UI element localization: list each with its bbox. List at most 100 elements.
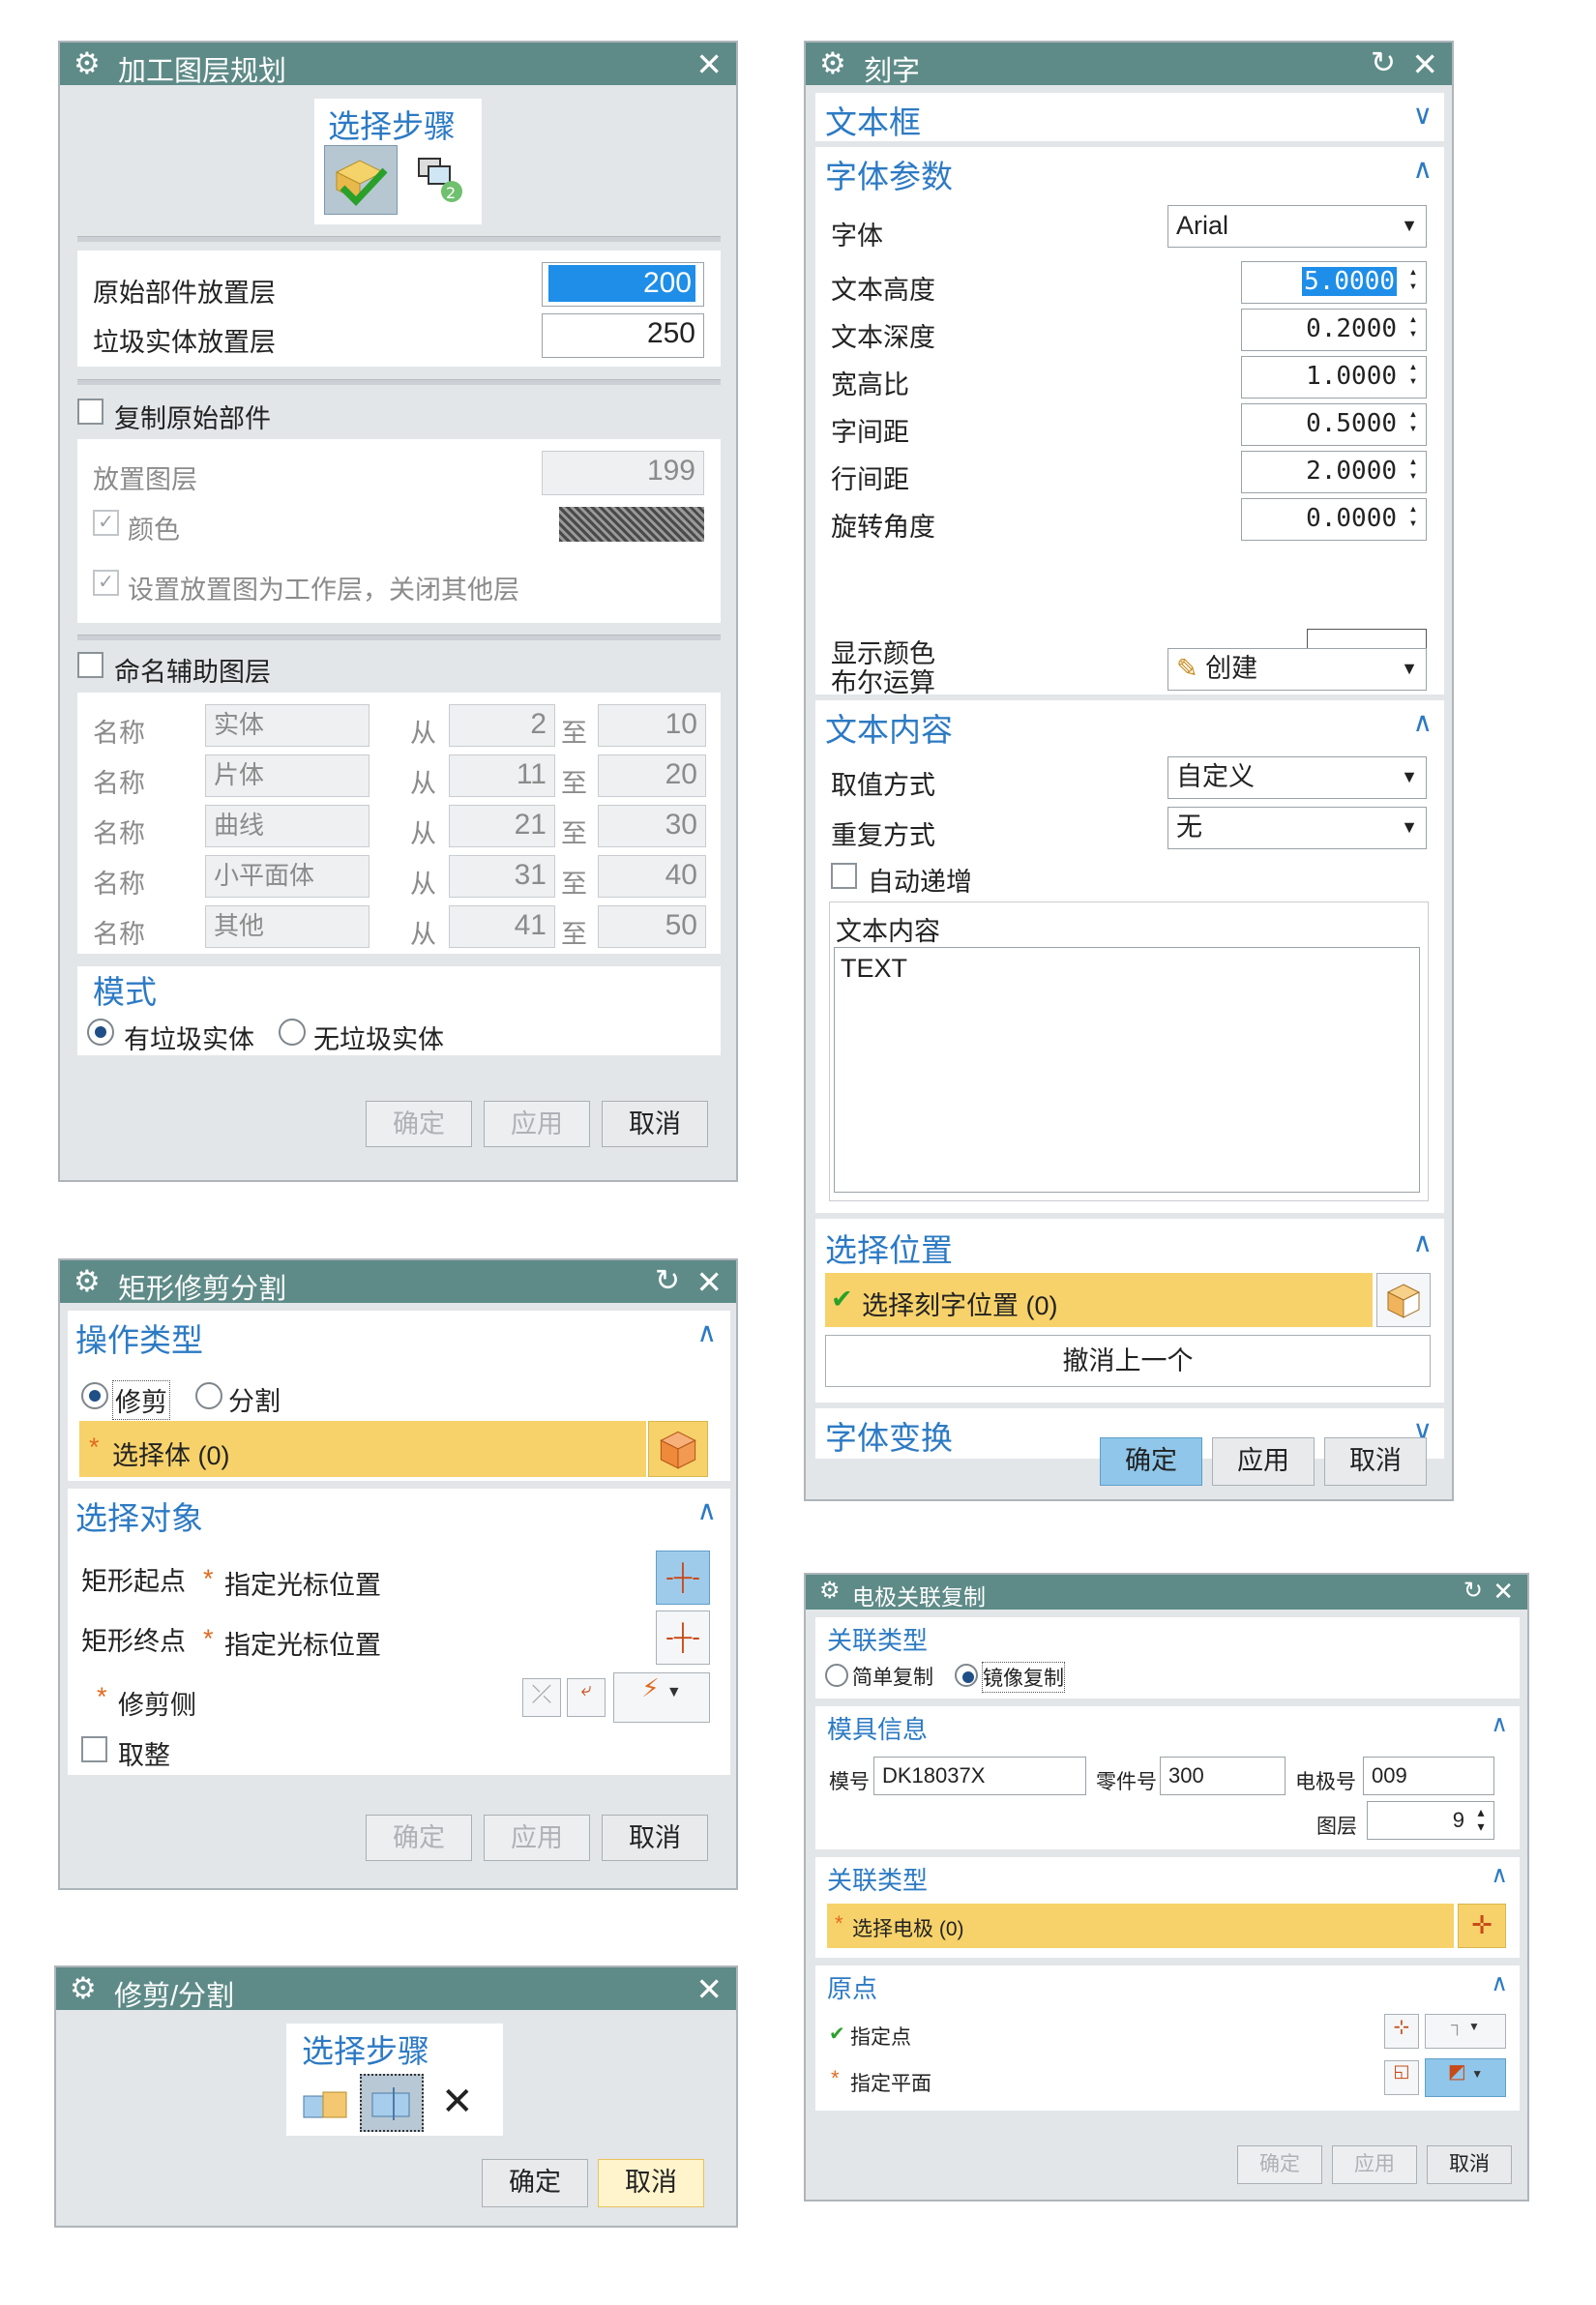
cancel-button[interactable]: 取消 bbox=[602, 1815, 708, 1861]
trim-side-vector-button[interactable]: ⤶ bbox=[567, 1678, 606, 1717]
aux-row-to-input[interactable]: 10 bbox=[598, 704, 706, 747]
select-position-row[interactable]: ✔ 选择刻字位置 (0) bbox=[825, 1273, 1373, 1327]
gear-icon[interactable]: ⚙ bbox=[74, 1264, 101, 1299]
close-icon[interactable]: ✕ bbox=[695, 45, 723, 83]
chevron-down-icon[interactable]: ∨ bbox=[1413, 99, 1433, 131]
select-electrode-row[interactable]: * 选择电极 (0) bbox=[827, 1904, 1454, 1948]
select-body-row[interactable]: * 选择体 (0) bbox=[79, 1421, 646, 1477]
cursor-pos-button-end[interactable]: -┼- bbox=[656, 1611, 710, 1665]
aux-row-to-input[interactable]: 30 bbox=[598, 805, 706, 847]
cancel-button[interactable]: 取消 bbox=[1324, 1437, 1427, 1486]
spinner-icon[interactable]: ▴ ▾ bbox=[1404, 455, 1422, 484]
set-work-checkbox[interactable]: ✓ bbox=[93, 570, 119, 596]
reset-icon[interactable]: ↻ bbox=[1463, 1577, 1483, 1605]
gear-icon[interactable]: ⚙ bbox=[819, 1577, 841, 1605]
gear-icon[interactable]: ⚙ bbox=[70, 1971, 97, 2006]
ok-button[interactable]: 确定 bbox=[366, 1101, 472, 1147]
layer-input[interactable]: 9 ▴ ▾ bbox=[1367, 1801, 1494, 1840]
ok-button[interactable]: 确定 bbox=[1237, 2145, 1322, 2184]
color-swatch[interactable] bbox=[559, 507, 704, 542]
auto-inc-checkbox[interactable] bbox=[831, 863, 857, 889]
undo-last-button[interactable]: 撤消上一个 bbox=[825, 1335, 1431, 1387]
plane-pick-button[interactable]: ◱ bbox=[1384, 2060, 1419, 2095]
apply-button[interactable]: 应用 bbox=[1332, 2145, 1417, 2184]
chevron-up-icon[interactable]: ∧ bbox=[697, 1316, 718, 1348]
apply-button[interactable]: 应用 bbox=[1212, 1437, 1315, 1486]
chevron-up-icon[interactable]: ∧ bbox=[1491, 1861, 1508, 1889]
aux-row-name-input[interactable]: 片体 bbox=[205, 754, 369, 797]
content-textarea[interactable]: TEXT bbox=[834, 947, 1420, 1193]
aux-row-from-input[interactable]: 21 bbox=[449, 805, 555, 847]
gear-icon[interactable]: ⚙ bbox=[74, 46, 101, 81]
chevron-up-icon[interactable]: ∧ bbox=[697, 1494, 718, 1526]
cursor-pos-button-start[interactable]: -┼- bbox=[656, 1551, 710, 1605]
reset-icon[interactable]: ↻ bbox=[1371, 45, 1396, 80]
param-input[interactable]: 0.2000 ▴ ▾ bbox=[1241, 309, 1427, 351]
mirror-copy-radio[interactable] bbox=[955, 1664, 978, 1687]
aux-row-from-input[interactable]: 11 bbox=[449, 754, 555, 797]
split-radio[interactable] bbox=[195, 1382, 222, 1409]
step-tool-button[interactable] bbox=[360, 2074, 424, 2132]
step-check-button[interactable] bbox=[324, 145, 398, 215]
name-aux-checkbox[interactable] bbox=[77, 652, 103, 678]
point-pick-button[interactable]: ⊹ bbox=[1384, 2014, 1419, 2049]
spinner-icon[interactable]: ▴ ▾ bbox=[1404, 360, 1422, 389]
spinner-icon[interactable]: ▴ ▾ bbox=[1404, 407, 1422, 436]
mode-no-trash-radio[interactable] bbox=[279, 1019, 306, 1046]
chevron-up-icon[interactable]: ∧ bbox=[1491, 1969, 1508, 1997]
copy-orig-checkbox[interactable] bbox=[77, 399, 103, 425]
crosshair-button[interactable]: ✛ bbox=[1458, 1904, 1506, 1948]
orig-layer-input[interactable]: 200 bbox=[542, 262, 704, 307]
spinner-icon[interactable]: ▴ ▾ bbox=[1404, 265, 1422, 294]
part-no-input[interactable]: 300 bbox=[1160, 1757, 1286, 1795]
round-checkbox[interactable] bbox=[81, 1736, 107, 1762]
param-input[interactable]: 1.0000 ▴ ▾ bbox=[1241, 356, 1427, 399]
elec-no-input[interactable]: 009 bbox=[1363, 1757, 1494, 1795]
cancel-button[interactable]: 取消 bbox=[598, 2159, 704, 2207]
aux-row-name-input[interactable]: 曲线 bbox=[205, 805, 369, 847]
spinner-icon[interactable]: ▴ ▾ bbox=[1472, 1805, 1490, 1834]
param-input[interactable]: 0.0000 ▴ ▾ bbox=[1241, 498, 1427, 541]
simple-copy-radio[interactable] bbox=[825, 1664, 848, 1687]
chevron-up-icon[interactable]: ∧ bbox=[1413, 706, 1433, 738]
chevron-up-icon[interactable]: ∧ bbox=[1413, 153, 1433, 185]
trim-radio[interactable] bbox=[81, 1382, 108, 1409]
aux-row-to-input[interactable]: 20 bbox=[598, 754, 706, 797]
body-select-button[interactable] bbox=[648, 1421, 708, 1477]
close-icon[interactable]: ✕ bbox=[695, 1970, 723, 2008]
mold-no-input[interactable]: DK18037X bbox=[873, 1757, 1086, 1795]
spinner-icon[interactable]: ▴ ▾ bbox=[1404, 312, 1422, 341]
repeat-select[interactable]: 无 ▼ bbox=[1167, 807, 1427, 849]
close-x-icon[interactable]: ✕ bbox=[441, 2080, 474, 2124]
param-input[interactable]: 5.0000 ▴ ▾ bbox=[1241, 261, 1427, 304]
section-text-frame[interactable]: 文本框 ∨ bbox=[815, 93, 1444, 141]
place-layer-input[interactable]: 199 bbox=[542, 451, 704, 495]
aux-row-from-input[interactable]: 31 bbox=[449, 855, 555, 898]
aux-row-name-input[interactable]: 实体 bbox=[205, 704, 369, 747]
trash-layer-input[interactable]: 250 bbox=[542, 313, 704, 358]
apply-button[interactable]: 应用 bbox=[484, 1101, 590, 1147]
trim-side-pick-button[interactable]: ⤫ bbox=[522, 1678, 561, 1717]
close-icon[interactable]: ✕ bbox=[1411, 45, 1438, 83]
spinner-icon[interactable]: ▴ ▾ bbox=[1404, 502, 1422, 531]
ok-button[interactable]: 确定 bbox=[482, 2159, 588, 2207]
color-checkbox[interactable]: ✓ bbox=[93, 510, 119, 536]
body-select-button[interactable] bbox=[1376, 1273, 1431, 1327]
aux-row-from-input[interactable]: 41 bbox=[449, 905, 555, 948]
close-icon[interactable]: ✕ bbox=[695, 1263, 723, 1301]
bool-select[interactable]: ✎ 创建 ▼ bbox=[1167, 648, 1427, 691]
font-select[interactable]: Arial ▼ bbox=[1167, 205, 1427, 248]
aux-row-name-input[interactable]: 其他 bbox=[205, 905, 369, 948]
plane-type-dropdown[interactable]: ◩ ▼ bbox=[1425, 2058, 1506, 2097]
value-mode-select[interactable]: 自定义 ▼ bbox=[1167, 756, 1427, 799]
cancel-button[interactable]: 取消 bbox=[602, 1101, 708, 1147]
apply-button[interactable]: 应用 bbox=[484, 1815, 590, 1861]
param-input[interactable]: 2.0000 ▴ ▾ bbox=[1241, 451, 1427, 493]
aux-row-to-input[interactable]: 40 bbox=[598, 855, 706, 898]
param-input[interactable]: 0.5000 ▴ ▾ bbox=[1241, 403, 1427, 446]
point-type-dropdown[interactable]: ┐ ▼ bbox=[1425, 2014, 1506, 2049]
mode-with-trash-radio[interactable] bbox=[87, 1019, 114, 1046]
aux-row-name-input[interactable]: 小平面体 bbox=[205, 855, 369, 898]
chevron-up-icon[interactable]: ∧ bbox=[1491, 1710, 1508, 1738]
gear-icon[interactable]: ⚙ bbox=[819, 46, 846, 81]
